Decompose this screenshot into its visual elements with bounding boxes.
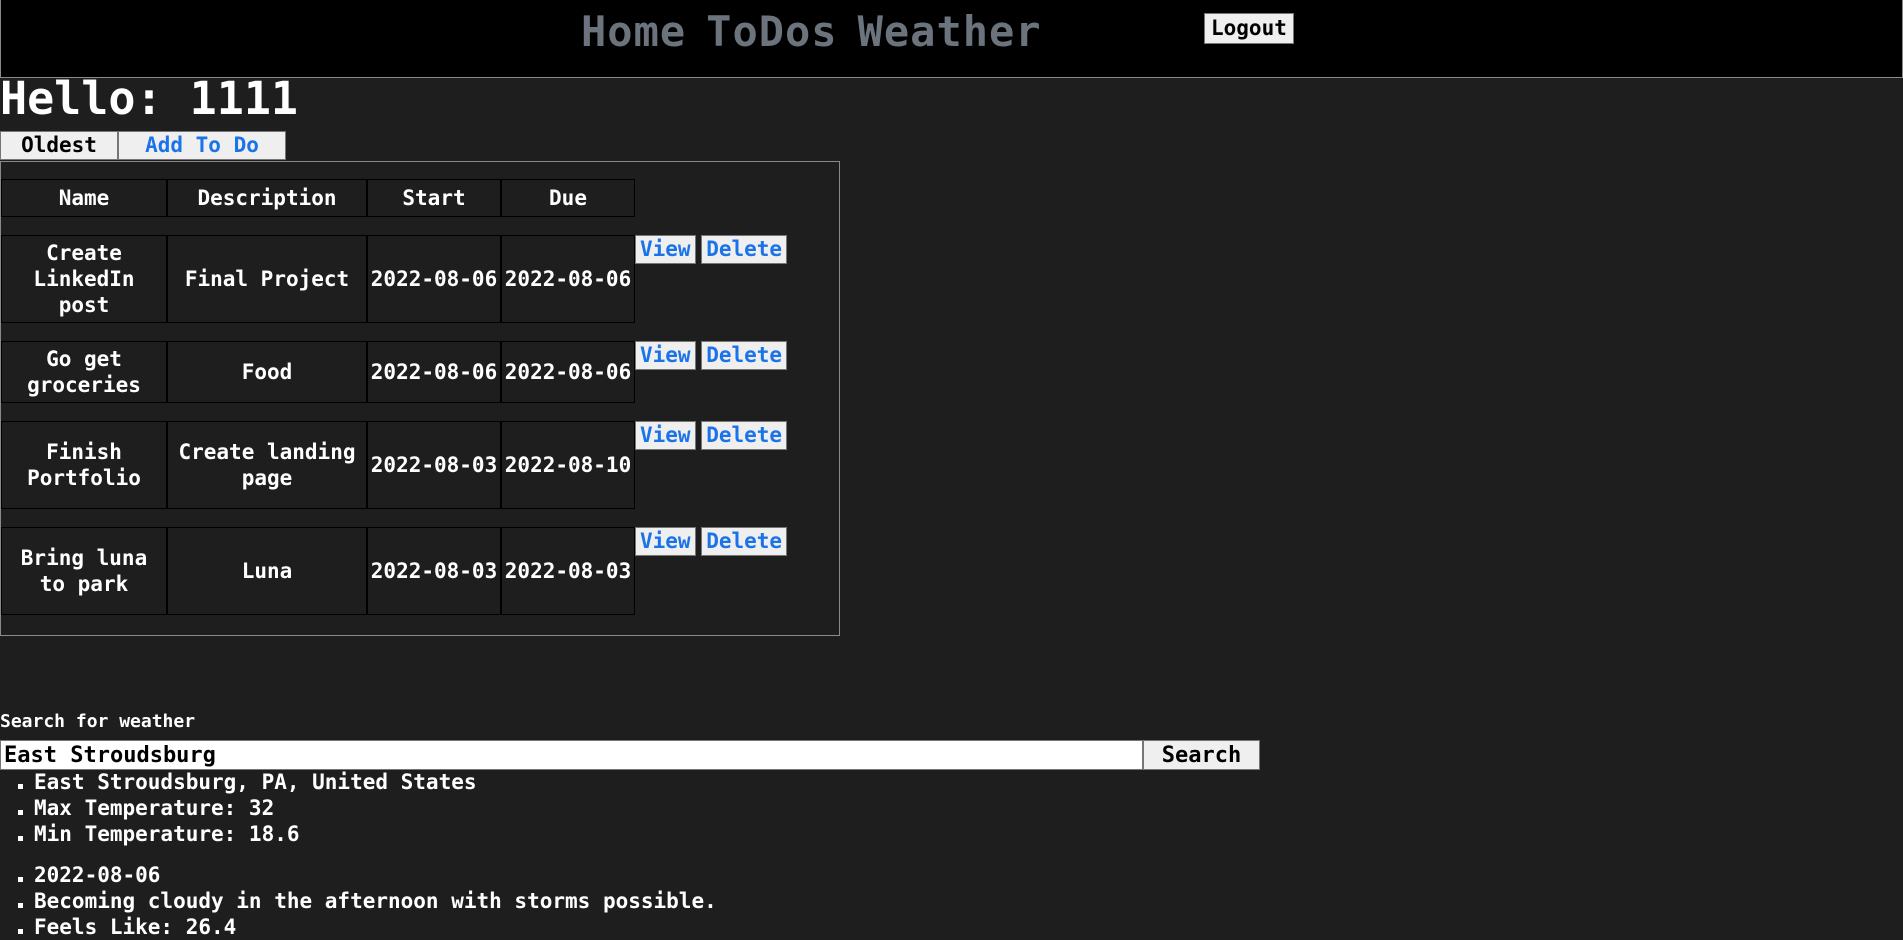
todo-description: Final Project xyxy=(167,235,367,323)
weather-day-feels-like: Feels Like: 26.4 xyxy=(0,914,717,940)
todo-due-date: 2022-08-06 xyxy=(501,341,635,403)
todo-actions: View Delete xyxy=(635,527,839,615)
todo-description: Create landing page xyxy=(167,421,367,509)
todo-description: Food xyxy=(167,341,367,403)
nav-link-weather[interactable]: Weather xyxy=(858,7,1042,56)
weather-day-list: 2022-08-06 Becoming cloudy in the aftern… xyxy=(0,862,717,940)
todo-actions: View Delete xyxy=(635,421,839,509)
nav-link-home[interactable]: Home xyxy=(581,7,686,56)
weather-search-button[interactable]: Search xyxy=(1143,740,1260,770)
weather-day-date: 2022-08-06 xyxy=(0,862,717,888)
todo-start-date: 2022-08-03 xyxy=(367,527,501,615)
table-row: Create LinkedIn post Final Project 2022-… xyxy=(1,235,839,323)
delete-todo-button[interactable]: Delete xyxy=(701,421,788,450)
table-row: Go get groceries Food 2022-08-06 2022-08… xyxy=(1,341,839,403)
todo-name: Create LinkedIn post xyxy=(1,235,167,323)
view-todo-button[interactable]: View xyxy=(635,235,696,264)
column-header-description: Description xyxy=(167,179,367,217)
table-row: Finish Portfolio Create landing page 202… xyxy=(1,421,839,509)
nav-link-todos[interactable]: ToDos xyxy=(706,7,837,56)
weather-location-list: East Stroudsburg, PA, United States Max … xyxy=(0,769,477,847)
weather-max-temperature: Max Temperature: 32 xyxy=(0,795,477,821)
weather-location: East Stroudsburg, PA, United States xyxy=(0,769,477,795)
todo-description: Luna xyxy=(167,527,367,615)
nav-links: Home ToDos Weather xyxy=(581,6,1062,56)
delete-todo-button[interactable]: Delete xyxy=(701,235,788,264)
todo-due-date: 2022-08-03 xyxy=(501,527,635,615)
todo-start-date: 2022-08-06 xyxy=(367,341,501,403)
delete-todo-button[interactable]: Delete xyxy=(701,527,788,556)
logout-button[interactable]: Logout xyxy=(1204,13,1294,44)
weather-search-input[interactable] xyxy=(0,740,1143,770)
sort-oldest-button[interactable]: Oldest xyxy=(0,131,118,160)
todo-due-date: 2022-08-10 xyxy=(501,421,635,509)
todo-header-row: Name Description Start Due xyxy=(1,179,839,217)
column-header-due: Due xyxy=(501,179,635,217)
todo-name: Bring luna to park xyxy=(1,527,167,615)
greeting-heading: Hello: 1111 xyxy=(0,72,299,125)
delete-todo-button[interactable]: Delete xyxy=(701,341,788,370)
todo-actions: View Delete xyxy=(635,235,839,323)
weather-search-label: Search for weather xyxy=(0,711,196,732)
todo-name: Go get groceries xyxy=(1,341,167,403)
view-todo-button[interactable]: View xyxy=(635,421,696,450)
todo-start-date: 2022-08-06 xyxy=(367,235,501,323)
column-header-name: Name xyxy=(1,179,167,217)
weather-min-temperature: Min Temperature: 18.6 xyxy=(0,821,477,847)
table-row: Bring luna to park Luna 2022-08-03 2022-… xyxy=(1,527,839,615)
todo-start-date: 2022-08-03 xyxy=(367,421,501,509)
top-navigation-bar: Home ToDos Weather Logout xyxy=(0,0,1903,78)
todo-list-panel: Name Description Start Due Create Linked… xyxy=(0,161,840,636)
view-todo-button[interactable]: View xyxy=(635,341,696,370)
column-header-start: Start xyxy=(367,179,501,217)
weather-day-conditions: Becoming cloudy in the afternoon with st… xyxy=(0,888,717,914)
todo-table: Name Description Start Due Create Linked… xyxy=(1,161,839,633)
view-todo-button[interactable]: View xyxy=(635,527,696,556)
todo-due-date: 2022-08-06 xyxy=(501,235,635,323)
todo-actions: View Delete xyxy=(635,341,839,403)
column-header-actions xyxy=(635,179,839,217)
add-todo-button[interactable]: Add To Do xyxy=(118,131,286,160)
todo-name: Finish Portfolio xyxy=(1,421,167,509)
